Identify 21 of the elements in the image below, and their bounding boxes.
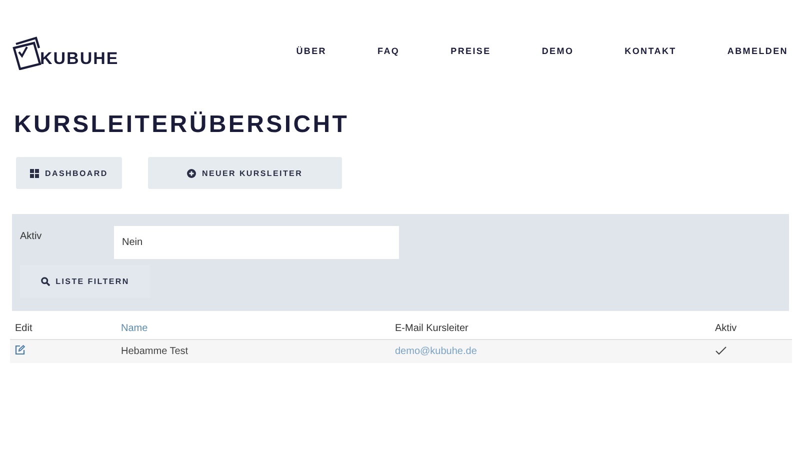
select-field[interactable]: Nein (114, 226, 399, 259)
edit-icon[interactable] (15, 345, 25, 355)
plus-circle-icon (187, 168, 196, 178)
column-header: Aktiv (715, 323, 737, 334)
nav-link[interactable]: PREISE (450, 46, 491, 56)
new-button[interactable]: NEUER KURSLEITER (148, 157, 342, 189)
dashboard-button[interactable]: DASHBOARD (16, 157, 122, 189)
nav-link[interactable]: FAQ (378, 46, 400, 56)
search-icon (40, 277, 50, 286)
grid-icon (30, 168, 39, 178)
logo-text: KUBUHE (40, 49, 119, 69)
column-header: E-Mail Kursleiter (395, 323, 468, 334)
nav-link[interactable]: ABMELDEN (727, 46, 788, 56)
table-cell: Hebamme Test (121, 346, 188, 357)
field-label: Aktiv (20, 231, 43, 242)
nav-link[interactable]: KONTAKT (624, 46, 676, 56)
column-header[interactable]: Name (121, 323, 148, 334)
nav-link[interactable]: DEMO (542, 46, 574, 56)
nav-link[interactable]: ÜBER (296, 46, 327, 56)
page-title: KURSLEITERÜBERSICHT (14, 110, 350, 140)
column-header: Edit (15, 323, 32, 334)
